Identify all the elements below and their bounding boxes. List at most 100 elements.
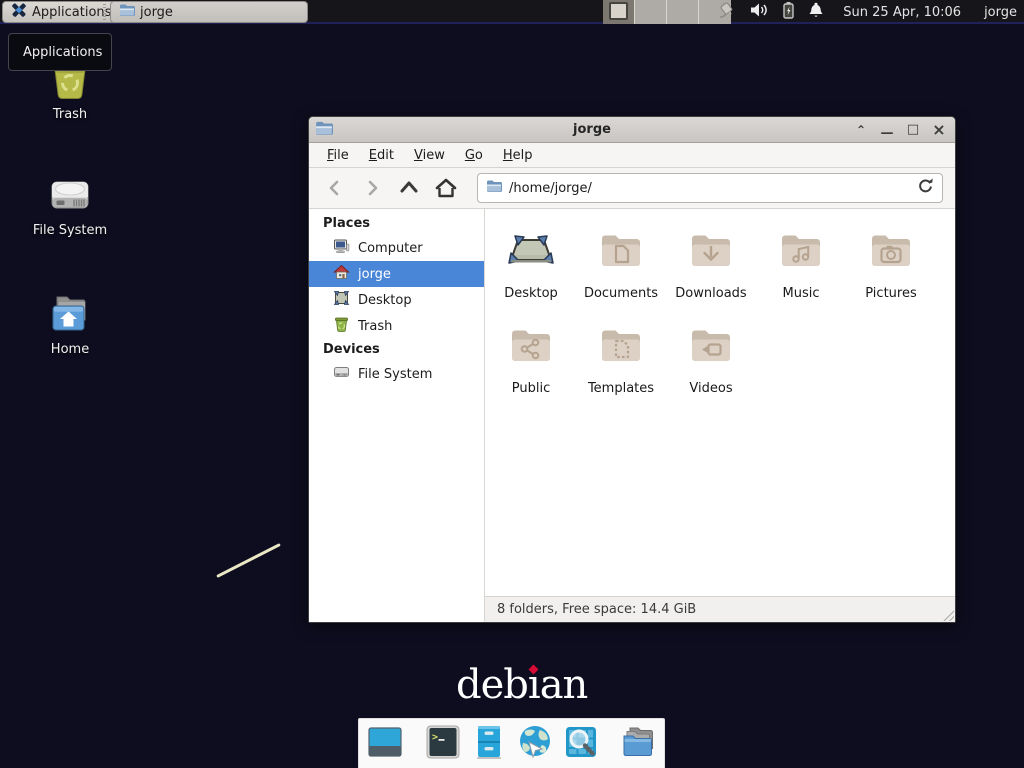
folder-icon-templates: [576, 321, 666, 369]
folder-icon-documents: [576, 226, 666, 274]
applications-menu-label: Applications: [32, 5, 111, 20]
show-desktop-icon: [366, 723, 404, 765]
folder-label: Templates: [576, 381, 666, 396]
panel-clock[interactable]: Sun 25 Apr, 10:06: [843, 5, 961, 20]
bottom-dock: >: [358, 718, 665, 768]
sidebar-item-label: Trash: [358, 319, 392, 334]
sidebar-item-trash[interactable]: Trash: [309, 313, 484, 339]
folder-label: Desktop: [486, 286, 576, 301]
desktop-icon-label: Home: [24, 342, 116, 357]
folder-stack-icon: [620, 723, 658, 765]
logo-text-right: an: [540, 662, 588, 708]
folder-grid: Desktop Documents Downloads Music Pictur…: [485, 209, 955, 396]
home-button[interactable]: [434, 176, 458, 200]
dock-show-desktop-button[interactable]: [366, 724, 404, 764]
folder-label: Videos: [666, 381, 756, 396]
status-bar: 8 folders, Free space: 14.4 GiB: [485, 596, 955, 622]
workspace-3[interactable]: [667, 0, 699, 24]
panel-username[interactable]: jorge: [984, 5, 1017, 20]
workspace-2[interactable]: [635, 0, 667, 24]
desktop-screen: Applications jorge: [0, 0, 1024, 768]
workspace-window-thumb: [609, 2, 628, 20]
folder-icon-desktop: [486, 226, 576, 274]
folder-icon-pictures: [846, 226, 936, 274]
battery-icon[interactable]: [782, 1, 795, 23]
debian-logo: debıan: [456, 662, 587, 708]
sidebar-item-jorge[interactable]: jorge: [309, 261, 484, 287]
workspace-1[interactable]: [603, 0, 635, 24]
location-bar[interactable]: /home/jorge/: [477, 173, 943, 203]
folder-item-public[interactable]: Public: [486, 321, 576, 396]
file-cabinet-icon: [470, 723, 508, 765]
close-button[interactable]: ×: [929, 120, 949, 140]
folder-item-pictures[interactable]: Pictures: [846, 226, 936, 301]
menu-item-edit[interactable]: Edit: [359, 145, 404, 166]
resize-grip[interactable]: [942, 609, 954, 621]
applications-tooltip: Applications: [8, 33, 112, 71]
sidebar-item-computer[interactable]: Computer: [309, 235, 484, 261]
volume-icon[interactable]: [750, 2, 769, 22]
desktop-icon-home[interactable]: Home: [24, 291, 116, 357]
tooltip-text: Applications: [23, 45, 102, 60]
folder-item-music[interactable]: Music: [756, 226, 846, 301]
terminal-icon: >: [424, 723, 462, 765]
folder-label: Public: [486, 381, 576, 396]
folder-item-templates[interactable]: Templates: [576, 321, 666, 396]
top-panel: Applications jorge: [0, 0, 1024, 24]
minimize-button[interactable]: —: [877, 120, 897, 140]
up-button[interactable]: [397, 176, 421, 200]
status-text: 8 folders, Free space: 14.4 GiB: [497, 602, 696, 617]
network-icon[interactable]: [717, 1, 737, 23]
file-view[interactable]: Desktop Documents Downloads Music Pictur…: [485, 209, 955, 622]
sidebar-item-desktop[interactable]: Desktop: [309, 287, 484, 313]
taskbar-window-button[interactable]: jorge: [110, 1, 308, 23]
folder-label: Pictures: [846, 286, 936, 301]
sidebar-item-label: jorge: [358, 267, 391, 282]
logo-red-diamond: [528, 665, 538, 675]
folder-icon-downloads: [666, 226, 756, 274]
folder-item-documents[interactable]: Documents: [576, 226, 666, 301]
folder-item-downloads[interactable]: Downloads: [666, 226, 756, 301]
desktop-icon-file-system[interactable]: File System: [24, 172, 116, 238]
computer-icon: [333, 238, 350, 258]
drive-icon: [333, 364, 350, 384]
folder-icon-public: [486, 321, 576, 369]
dock-file-cabinet-button[interactable]: [470, 724, 508, 764]
sidebar: Places Computer jorge Desktop TrashDevic…: [309, 209, 485, 622]
trash-icon: [333, 316, 350, 336]
folder-item-videos[interactable]: Videos: [666, 321, 756, 396]
menu-item-view[interactable]: View: [404, 145, 455, 166]
menu-item-file[interactable]: File: [317, 145, 359, 166]
home-desktop-icon: [24, 291, 116, 337]
desktop-icon-label: File System: [24, 223, 116, 238]
sidebar-item-label: File System: [358, 367, 432, 382]
notifications-bell-icon[interactable]: [808, 2, 824, 23]
desktop-icon: [333, 290, 350, 310]
web-browser-icon: [516, 723, 554, 765]
shade-button[interactable]: ⌃: [851, 120, 871, 140]
taskbar-window-label: jorge: [140, 5, 173, 20]
file-manager-window: jorge ⌃ — □ × FileEditViewGoHelp: [308, 116, 956, 623]
dock-web-browser-button[interactable]: [516, 724, 554, 764]
dock-terminal-button[interactable]: >: [424, 724, 462, 764]
window-folder-icon: [315, 120, 333, 140]
desktop-icon-label: Trash: [24, 107, 116, 122]
menu-item-go[interactable]: Go: [455, 145, 493, 166]
path-text[interactable]: /home/jorge/: [509, 181, 910, 196]
folder-item-desktop[interactable]: Desktop: [486, 226, 576, 301]
back-button[interactable]: [323, 176, 347, 200]
dock-app-finder-button[interactable]: [562, 724, 600, 764]
window-titlebar[interactable]: jorge ⌃ — □ ×: [309, 117, 955, 143]
dock-folder-stack-button[interactable]: [620, 724, 658, 764]
maximize-button[interactable]: □: [903, 120, 923, 140]
folder-label: Downloads: [666, 286, 756, 301]
sidebar-item-file-system[interactable]: File System: [309, 361, 484, 387]
menu-item-help[interactable]: Help: [493, 145, 543, 166]
workspace-pager: [603, 0, 731, 24]
sidebar-item-label: Computer: [358, 241, 423, 256]
logo-letter-i: ı: [528, 662, 540, 708]
forward-button[interactable]: [360, 176, 384, 200]
reload-icon[interactable]: [917, 178, 934, 199]
folder-icon-videos: [666, 321, 756, 369]
window-controls: ⌃ — □ ×: [851, 120, 949, 140]
